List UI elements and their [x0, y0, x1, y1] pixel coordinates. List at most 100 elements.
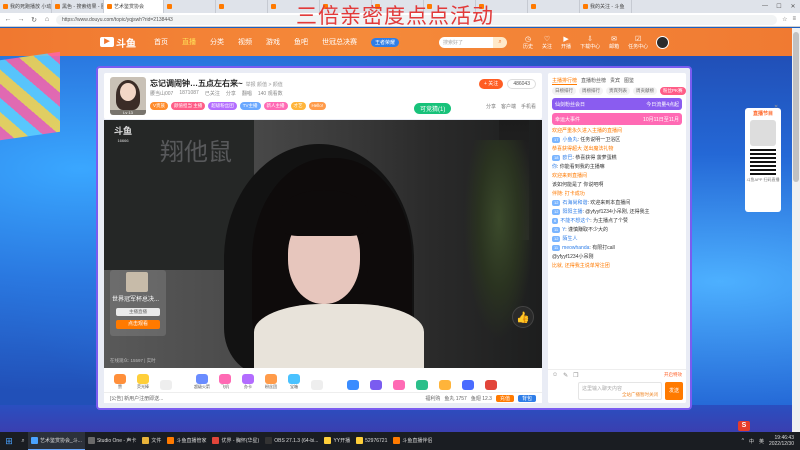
like-button[interactable]: 👍 — [512, 306, 534, 328]
minimize-icon[interactable]: — — [758, 3, 772, 10]
nav-item[interactable]: 分类 — [210, 37, 224, 47]
promo-watch-button[interactable]: 点击观看 — [116, 320, 160, 329]
nav-item[interactable]: 视频 — [238, 37, 252, 47]
gift-item[interactable] — [481, 370, 501, 390]
windows-start-icon[interactable]: ⊞ — [0, 432, 18, 450]
guess-button[interactable]: 可竞猜(1) — [414, 103, 452, 114]
chat-nickname[interactable]: 石海尚和谐 — [562, 200, 587, 206]
clock[interactable]: 19:46:43 2022/12/30 — [769, 435, 794, 447]
browser-tab[interactable]: 黑色 - 搜索结果 - 图片... — [52, 0, 104, 13]
forward-icon[interactable]: → — [17, 16, 25, 23]
chat-tool-danmu-icon[interactable]: ✎ — [563, 372, 568, 379]
chat-tool-emoji-icon[interactable]: ☺ — [552, 372, 558, 379]
browser-tab[interactable] — [528, 0, 580, 13]
room-tag[interactable]: Hello! — [308, 102, 327, 110]
user-menu-item[interactable]: ◷ 历史 — [523, 35, 533, 50]
room-action[interactable]: 客户端 — [501, 103, 516, 110]
wallet-item[interactable]: 鱼翅 12.3 — [471, 395, 492, 402]
chat-subtab[interactable]: 周贡献榜 — [633, 87, 657, 95]
nav-item[interactable]: 游戏 — [266, 37, 280, 47]
chat-subtab[interactable]: 日榜排行 — [552, 87, 576, 95]
announcement[interactable]: [公告] 新用户注册即送... — [110, 395, 163, 402]
wallet-item[interactable]: 福利购 — [425, 395, 440, 402]
browser-tab[interactable] — [216, 0, 268, 13]
maximize-icon[interactable]: ☐ — [772, 3, 786, 10]
gift-item[interactable]: 粉丝团 — [261, 370, 281, 390]
gift-item[interactable]: 办卡 — [238, 370, 258, 390]
room-action[interactable]: 分享 — [486, 103, 496, 110]
room-tag[interactable]: V贵族 — [150, 102, 169, 110]
follow-button[interactable]: + 关注 — [479, 79, 504, 89]
chat-subtab[interactable]: 贵宾列表 — [606, 87, 630, 95]
notice-banner[interactable]: 仙剑粉丝会日 今日流量4点起 — [552, 98, 682, 110]
backpack-button[interactable]: 背包 — [517, 394, 536, 402]
chat-nickname[interactable]: 不能不想这个 — [560, 218, 590, 224]
browser-tab[interactable]: 我的死跑播放 小动无线和接... — [0, 0, 52, 13]
tray-item[interactable]: 英 — [759, 438, 764, 445]
gift-item[interactable] — [156, 370, 176, 390]
browser-tab[interactable]: 我的关注 - 斗鱼 — [580, 0, 632, 13]
chat-tab[interactable]: 直播粉丝榜 — [581, 77, 606, 85]
event-badge[interactable]: 王者荣耀 — [371, 37, 400, 47]
room-category[interactable]: 举报 颜值 > 颜值 — [246, 82, 283, 88]
avatar[interactable] — [656, 35, 670, 49]
user-menu-item[interactable]: ✉ 邮箱 — [609, 35, 619, 50]
room-tag[interactable]: 才艺 — [290, 102, 306, 110]
chat-tab[interactable]: 主播排行榜 — [552, 77, 578, 85]
gift-item[interactable]: 宝箱 — [284, 370, 304, 390]
close-icon[interactable]: ✕ — [774, 104, 780, 110]
gift-item[interactable] — [366, 370, 386, 390]
user-menu-item[interactable]: ▶ 开播 — [561, 35, 571, 50]
taskbar-item[interactable]: Studio One - 声卡 — [85, 432, 139, 450]
room-tag[interactable]: TV主播 — [239, 102, 261, 110]
tray-item[interactable]: 中 — [749, 438, 754, 445]
room-tag[interactable]: 颜值担当 主播 — [171, 102, 206, 110]
browser-tab[interactable] — [164, 0, 216, 13]
taskbar-item[interactable]: 52976721 — [353, 432, 390, 450]
gift-item[interactable]: 超级火箭 — [192, 370, 212, 390]
ime-icon[interactable]: S — [738, 421, 750, 431]
scrollbar-thumb[interactable] — [793, 32, 799, 182]
nav-item[interactable]: 首页 — [154, 37, 168, 47]
gift-item[interactable] — [389, 370, 409, 390]
gift-item[interactable]: 飞机 — [215, 370, 235, 390]
chat-nickname[interactable]: 阳阳主播 — [562, 209, 582, 215]
wallet-item[interactable]: 鱼丸 1757 — [444, 395, 467, 402]
room-meta-item[interactable]: 已关注 — [205, 90, 220, 97]
promo-card[interactable]: 世界冠军杯总决... 主播直播 点击观看 — [110, 270, 166, 336]
room-tag[interactable]: 新人主播 — [263, 102, 288, 110]
back-icon[interactable]: ← — [4, 16, 12, 23]
gift-item[interactable] — [343, 370, 363, 390]
search-input[interactable]: 搜索好了 — [439, 36, 500, 48]
home-icon[interactable]: ⌂ — [43, 16, 51, 23]
chat-subtab[interactable]: 周榜排行 — [579, 87, 603, 95]
room-action[interactable]: 手机看 — [521, 103, 536, 110]
tray-item[interactable]: ^ — [742, 438, 744, 444]
floating-ad-card[interactable]: 直播节目 斗鱼APP 扫码直播 — [745, 108, 781, 212]
taskbar-item[interactable]: YY开播 — [321, 432, 353, 450]
user-menu-item[interactable]: ♡ 关注 — [542, 35, 552, 50]
menu-icon[interactable]: ≡ — [792, 16, 796, 23]
chat-nickname[interactable]: meowhanda — [562, 245, 589, 251]
user-menu-item[interactable]: ☑ 任务中心 — [628, 35, 648, 50]
user-menu-item[interactable]: ⇩ 下载中心 — [580, 35, 600, 50]
taskbar-item[interactable]: 斗鱼直播伴侣 — [390, 432, 435, 450]
gift-item[interactable] — [307, 370, 327, 390]
nav-item[interactable]: 鱼吧 — [294, 37, 308, 47]
nav-item[interactable]: 世冠总决赛 — [322, 37, 357, 47]
promo-secondary-button[interactable]: 主播直播 — [116, 308, 160, 316]
taskbar-item[interactable]: 优界 - 胸怀(华星) — [209, 432, 262, 450]
chat-nickname[interactable]: 欧巴 — [562, 155, 572, 161]
browser-tab[interactable]: 艺术鉴赏协会 — [104, 0, 164, 13]
chat-nickname[interactable]: 陌生人 — [562, 236, 577, 242]
taskbar-search-icon[interactable]: ⌕ — [18, 438, 28, 445]
chat-subtab[interactable]: 粉丝PK赛 — [660, 87, 686, 95]
taskbar-item[interactable]: OBS 27.1.3 (64-bi... — [262, 432, 321, 450]
reload-icon[interactable]: ↻ — [30, 16, 38, 24]
star-icon[interactable]: ☆ — [782, 16, 787, 23]
anchor-avatar[interactable]: Lv 13 — [110, 77, 146, 115]
send-button[interactable]: 发送 — [665, 382, 683, 400]
chat-tab[interactable]: 贵宾 — [610, 77, 620, 85]
close-icon[interactable]: ✕ — [786, 3, 800, 10]
chat-nickname[interactable]: 小鱼丸 — [562, 137, 577, 143]
